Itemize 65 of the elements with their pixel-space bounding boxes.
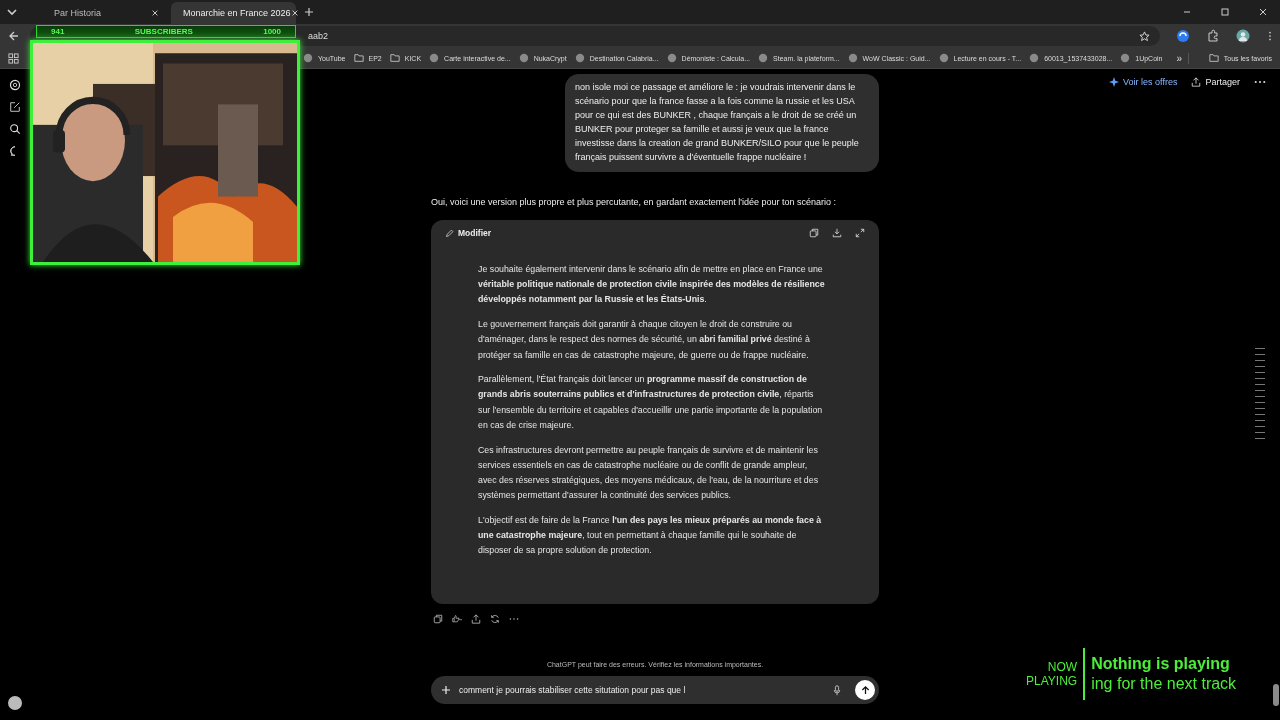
puzzle-icon[interactable] [1206,29,1220,43]
close-icon[interactable] [290,9,299,17]
document-paragraph: Ces infrastructures devront permettre au peuple français de survivre et de maintenir les services essentiels en cas de catastrophe nucléaire ou de conflit de grande ampleur, avec des réserves stratégiques, des moyens médicaux, de l'eau, de la nourriture et des systèmes permettant d'assurer la continuité des services publics. [478,443,820,503]
back-icon[interactable] [8,30,20,42]
document-paragraph: Je souhaite également intervenir dans le scénario afin de mettre en place en France une véritable politique nationale de protection civile inspirée des modèles de résilience développés notamment par la Russie et les États-Unis. [478,263,825,307]
site-icon [847,53,858,63]
copy-icon[interactable] [809,228,819,238]
site-icon [518,53,529,63]
pencil-icon [445,228,454,238]
site-icon [938,53,949,63]
header-action-button[interactable]: Partager [1191,77,1240,87]
profile-avatar[interactable] [8,696,22,710]
plus-icon[interactable] [441,685,451,695]
logo-icon[interactable] [9,79,21,91]
track-title: Nothing is playing [1091,655,1231,673]
more-icon[interactable] [1254,80,1266,84]
close-icon[interactable] [1258,7,1268,17]
folder-icon [353,53,364,63]
menu-icon[interactable] [1268,30,1272,42]
expand-icon[interactable] [855,228,865,238]
track-subtitle: ing for the next track [1091,675,1237,693]
site-icon [429,53,440,63]
extension-icon[interactable] [1176,29,1190,43]
document-paragraph: Parallèlement, l'État français doit lancer un programme massif de construction de grands abris souterrains publics et d'infrastructures de protection civile, répartis sur l'ensemble du territoire et capables d'accueillir une partie importante de la population en cas de crise majeure. [478,373,824,432]
avatar-icon[interactable] [1236,29,1250,43]
site-icon [666,53,677,63]
maximize-icon[interactable] [1220,7,1230,17]
subscriber-label: SUBSCRIBERS [134,26,193,37]
share-icon [1191,77,1202,87]
assistant-message: Oui, voici une version plus propre et plus percutante, en gardant exactement l'idée pour ton scénario : [431,196,837,208]
copy-icon[interactable] [433,613,443,624]
search-icon[interactable] [9,123,21,135]
site-icon [574,53,585,63]
edit-button[interactable]: Modifier [445,228,492,238]
subscriber-target: 1000 [263,26,281,37]
sparkle-icon [1109,77,1120,87]
browser-tab[interactable]: Par Historia [42,2,167,24]
more-bookmarks-button[interactable]: » [1170,52,1190,64]
apps-icon[interactable] [8,52,19,64]
new-chat-icon[interactable] [9,101,21,113]
folder-icon [389,53,400,63]
now-playing-label: NOW [1047,660,1078,674]
new-tab-icon[interactable] [304,7,314,17]
send-button[interactable] [855,680,875,700]
site-icon [1120,53,1131,63]
site-icon [303,53,313,63]
document-paragraph: L'objectif est de faire de la France l'un des pays les mieux préparés au monde face à une catastrophe majeure, tout en permettant à chaque famille qui le souhaite de disposer de sa propre solution de protection. [478,513,823,558]
header-action-button[interactable]: Voir les offres [1109,77,1178,87]
site-icon [758,53,769,63]
share-icon[interactable] [471,613,481,624]
message-input[interactable]: comment je pourrais stabiliser cette situtation pour pas que l [459,685,825,695]
user-message: non isole moi ce passage et améliore le : je voudrais intervenir dans le scénario pour que la france fasse a la fois comme la russie et les USA pour ce qui est des BUNKER , chaque français a le droit de se créé un BUNKER pour proteger sa famille et aussi je veux que la france investisse dans la creation de grand BUNKER/SILO pour que le peuple français puissent survivre a d'éventuelle frappe nucléaire ! [565,74,879,172]
now-playing-label: PLAYING [1026,674,1078,688]
star-icon[interactable] [1139,30,1150,42]
arrow-up-icon [860,685,870,695]
message-field[interactable]: comment je pourrais stabiliser cette situtation pour pas que l [431,676,879,704]
subscriber-count: 941 [51,26,65,37]
site-icon [1029,53,1040,63]
close-icon[interactable] [151,9,159,17]
browser-tab[interactable]: Monarchie en France 2026 [171,2,296,24]
folder-icon [1208,53,1219,63]
document-paragraph: Le gouvernement français doit garantir à chaque citoyen le droit de construire ou d'aménager, dans le respect des normes de sécurité, un abri familial privé destiné à protéger sa famille en cas de catastrophe majeure, de guerre ou de frappe nucléaire. [478,318,811,362]
microphone-icon[interactable] [833,684,841,696]
download-icon[interactable] [832,228,842,238]
regenerate-icon[interactable] [490,613,500,624]
